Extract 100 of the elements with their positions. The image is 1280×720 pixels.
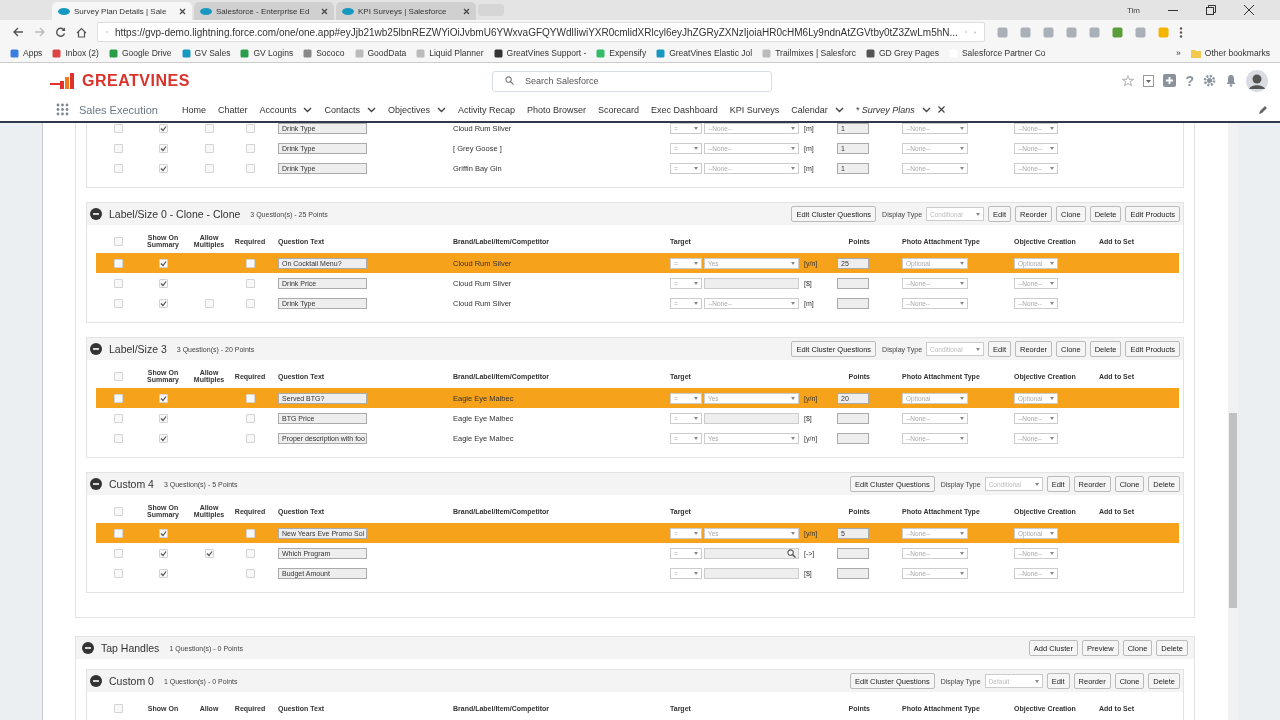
- collapse-icon[interactable]: [82, 642, 94, 654]
- points-field[interactable]: [837, 277, 869, 289]
- bookmark[interactable]: Inbox (2): [52, 48, 99, 58]
- extension-icon[interactable]: [1020, 26, 1031, 38]
- extension-icon[interactable]: [1089, 26, 1100, 38]
- show-on-summary-checkbox[interactable]: [158, 298, 168, 308]
- show-on-summary-checkbox[interactable]: [158, 433, 168, 443]
- plus-icon[interactable]: [1163, 74, 1177, 87]
- target-field[interactable]: [704, 567, 799, 579]
- nav-tab[interactable]: Calendar: [791, 104, 828, 115]
- nav-tab[interactable]: Contacts: [324, 104, 360, 115]
- select-all-checkbox[interactable]: [113, 236, 123, 246]
- reload-icon[interactable]: [55, 26, 66, 38]
- extension-icon[interactable]: [1158, 26, 1169, 38]
- scrollbar[interactable]: [1228, 123, 1238, 720]
- required-checkbox[interactable]: [245, 163, 255, 173]
- nav-tab[interactable]: Activity Recap: [458, 104, 516, 115]
- target-field[interactable]: [704, 412, 799, 424]
- browser-tab[interactable]: Survey Plan Details | Sale: [52, 2, 192, 20]
- row-checkbox[interactable]: [113, 548, 123, 558]
- required-checkbox[interactable]: [245, 413, 255, 423]
- allow-multiples-checkbox[interactable]: [204, 548, 214, 558]
- required-checkbox[interactable]: [245, 123, 255, 133]
- more-bookmarks-button[interactable]: »: [1176, 48, 1181, 58]
- chevron-down-icon[interactable]: [437, 106, 446, 113]
- bookmark[interactable]: Apps: [10, 48, 43, 58]
- nav-tab[interactable]: * Survey Plans: [855, 104, 915, 115]
- close-icon[interactable]: [937, 106, 945, 113]
- browser-tab[interactable]: Salesforce - Enterprise Ed: [194, 2, 334, 20]
- collapse-icon[interactable]: [90, 675, 102, 687]
- target-field[interactable]: [704, 277, 799, 289]
- show-on-summary-checkbox[interactable]: [158, 568, 168, 578]
- bookmark[interactable]: GV Sales: [181, 48, 231, 58]
- show-on-summary-checkbox[interactable]: [158, 548, 168, 558]
- row-checkbox[interactable]: [113, 413, 123, 423]
- required-checkbox[interactable]: [245, 298, 255, 308]
- bell-icon[interactable]: [1225, 74, 1237, 87]
- required-checkbox[interactable]: [245, 393, 255, 403]
- search-field[interactable]: Search Salesforce: [492, 70, 772, 92]
- extension-icon[interactable]: [1066, 26, 1077, 38]
- show-on-summary-checkbox[interactable]: [158, 143, 168, 153]
- points-field[interactable]: [837, 297, 869, 309]
- nav-tab[interactable]: Accounts: [259, 104, 297, 115]
- bookmark[interactable]: GV Logins: [240, 48, 294, 58]
- close-icon[interactable]: [179, 7, 186, 15]
- target-lookup-field[interactable]: [704, 547, 799, 559]
- row-checkbox[interactable]: [113, 433, 123, 443]
- bookmark[interactable]: GreatVines Elastic Jol: [656, 48, 753, 58]
- required-checkbox[interactable]: [245, 143, 255, 153]
- collapse-icon[interactable]: [90, 343, 102, 355]
- bookmark[interactable]: Sococo: [303, 48, 345, 58]
- bookmark[interactable]: GD Grey Pages: [865, 48, 939, 58]
- pencil-icon[interactable]: [1258, 104, 1268, 115]
- show-on-summary-checkbox[interactable]: [158, 258, 168, 268]
- scrollbar-thumb[interactable]: [1229, 413, 1237, 608]
- allow-multiples-checkbox[interactable]: [204, 143, 214, 153]
- bookmark[interactable]: Salesforce Partner Co: [948, 48, 1046, 58]
- row-checkbox[interactable]: [113, 143, 123, 153]
- extension-icon[interactable]: [1112, 26, 1123, 38]
- bookmark[interactable]: Expensify: [596, 48, 647, 58]
- row-checkbox[interactable]: [113, 298, 123, 308]
- allow-multiples-checkbox[interactable]: [204, 163, 214, 173]
- nav-tab[interactable]: Photo Browser: [527, 104, 587, 115]
- extension-icon[interactable]: [1043, 26, 1054, 38]
- allow-multiples-checkbox[interactable]: [204, 123, 214, 133]
- bookmark[interactable]: GreatVines Support -: [493, 48, 587, 58]
- show-on-summary-checkbox[interactable]: [158, 278, 168, 288]
- select-all-checkbox[interactable]: [113, 506, 123, 516]
- avatar[interactable]: [1246, 69, 1268, 92]
- profile-name[interactable]: Tim: [1126, 5, 1140, 15]
- bookmark[interactable]: Trailmixes | Salesforc: [762, 48, 856, 58]
- nav-tab[interactable]: KPI Surveys: [729, 104, 780, 115]
- required-checkbox[interactable]: [245, 258, 255, 268]
- chevron-down-icon[interactable]: [834, 106, 844, 113]
- menu-icon[interactable]: [1179, 26, 1183, 38]
- required-checkbox[interactable]: [245, 433, 255, 443]
- show-on-summary-checkbox[interactable]: [158, 393, 168, 403]
- required-checkbox[interactable]: [245, 568, 255, 578]
- points-field[interactable]: [837, 412, 869, 424]
- app-launcher-icon[interactable]: [56, 103, 69, 116]
- forward-icon[interactable]: [34, 27, 45, 37]
- row-checkbox[interactable]: [113, 568, 123, 578]
- search-icon[interactable]: [787, 548, 796, 558]
- required-checkbox[interactable]: [245, 548, 255, 558]
- caret-icon[interactable]: [1143, 74, 1155, 87]
- points-field[interactable]: [837, 547, 869, 559]
- allow-multiples-checkbox[interactable]: [204, 298, 214, 308]
- row-checkbox[interactable]: [113, 528, 123, 538]
- nav-tab[interactable]: Scorecard: [598, 104, 640, 115]
- nav-tab[interactable]: Exec Dashboard: [651, 104, 718, 115]
- select-all-checkbox[interactable]: [113, 703, 123, 713]
- row-checkbox[interactable]: [113, 123, 123, 133]
- bookmark[interactable]: GoodData: [354, 48, 407, 58]
- show-on-summary-checkbox[interactable]: [158, 123, 168, 133]
- row-checkbox[interactable]: [113, 278, 123, 288]
- back-icon[interactable]: [13, 27, 24, 37]
- browser-tab[interactable]: KPI Surveys | Salesforce: [336, 2, 476, 20]
- required-checkbox[interactable]: [245, 278, 255, 288]
- collapse-icon[interactable]: [90, 208, 102, 220]
- show-on-summary-checkbox[interactable]: [158, 163, 168, 173]
